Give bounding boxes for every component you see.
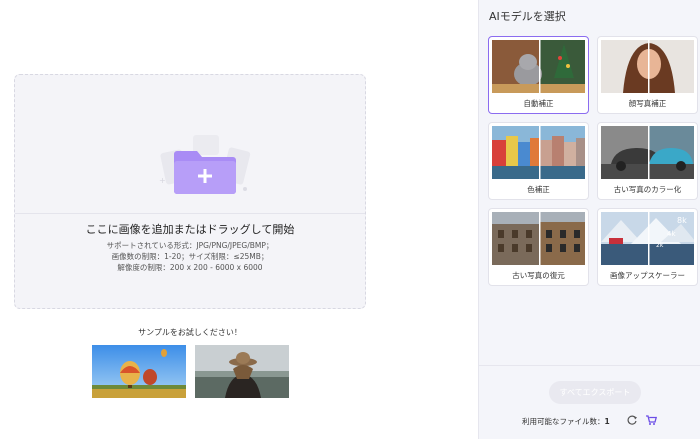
dropzone-info: サポートされている形式：JPG/PNG/JPEG/BMP； 画像数の制限：1-2… [15,240,365,273]
folder-plus-icon: + [159,135,251,194]
model-thumb-colorize [601,126,694,179]
model-label: 画像アップスケーラー [610,271,685,280]
model-thumb-restore [492,212,585,265]
model-thumb-auto-enhance [492,40,585,93]
workspace: + ここに画像を追加またはドラッグして開始 サポートされている形式：JPG/PN… [0,0,478,439]
svg-text:+: + [159,176,166,185]
model-thumb-color-correct [492,126,585,179]
available-files-label: 利用可能なファイル数： [522,417,605,426]
sample-label: サンプルをお試しください！ [138,328,242,337]
model-label: 古い写真のカラー化 [613,185,682,194]
limits-text: 画像数の制限：1-20；サイズ制限：≤25MB； [111,252,269,261]
upscale-badge-4k: 4k [667,230,676,238]
available-files-count: 1 [604,417,610,426]
supported-formats-text: サポートされている形式：JPG/PNG/JPEG/BMP； [106,241,274,250]
model-card-upscaler[interactable]: 8k 4k 2k 画像アップスケーラー [597,208,698,286]
model-label: 色補正 [527,185,550,194]
sample-image-woman-hat[interactable] [195,345,289,398]
model-thumb-face-enhance [601,40,694,93]
cart-icon[interactable] [645,414,657,426]
model-card-colorize[interactable]: 古い写真のカラー化 [597,122,698,200]
model-label: 自動補正 [523,99,554,108]
model-label: 古い写真の復元 [512,271,565,280]
panel-footer: すべてエクスポート 利用可能なファイル数：1 [479,365,700,440]
model-thumb-upscaler: 8k 4k 2k [601,212,694,265]
upscale-badge-2k: 2k [656,242,664,249]
available-files: 利用可能なファイル数：1 [522,416,610,427]
dropzone-title: ここに画像を追加またはドラッグして開始 [85,223,295,236]
model-card-color-correct[interactable]: 色補正 [488,122,589,200]
model-card-restore[interactable]: 古い写真の復元 [488,208,589,286]
sample-image-balloons[interactable] [92,345,186,398]
upscale-badge-8k: 8k [677,216,687,225]
upload-dropzone[interactable]: + ここに画像を追加またはドラッグして開始 サポートされている形式：JPG/PN… [14,74,366,309]
model-card-face-enhance[interactable]: 顔写真補正 [597,36,698,114]
model-card-auto-enhance[interactable]: 自動補正 [488,36,589,114]
resolution-text: 解像度の制限：200 x 200 - 6000 x 6000 [117,263,263,272]
model-panel: AIモデルを選択 自動補正 顔写真補正 色補正 古い写真のカラー化 古い写真の復… [478,0,700,439]
model-label: 顔写真補正 [628,99,667,108]
panel-title: AIモデルを選択 [489,10,566,23]
refresh-icon[interactable] [626,414,638,426]
export-all-button[interactable]: すべてエクスポート [549,381,641,404]
dropzone-divider [15,213,365,214]
